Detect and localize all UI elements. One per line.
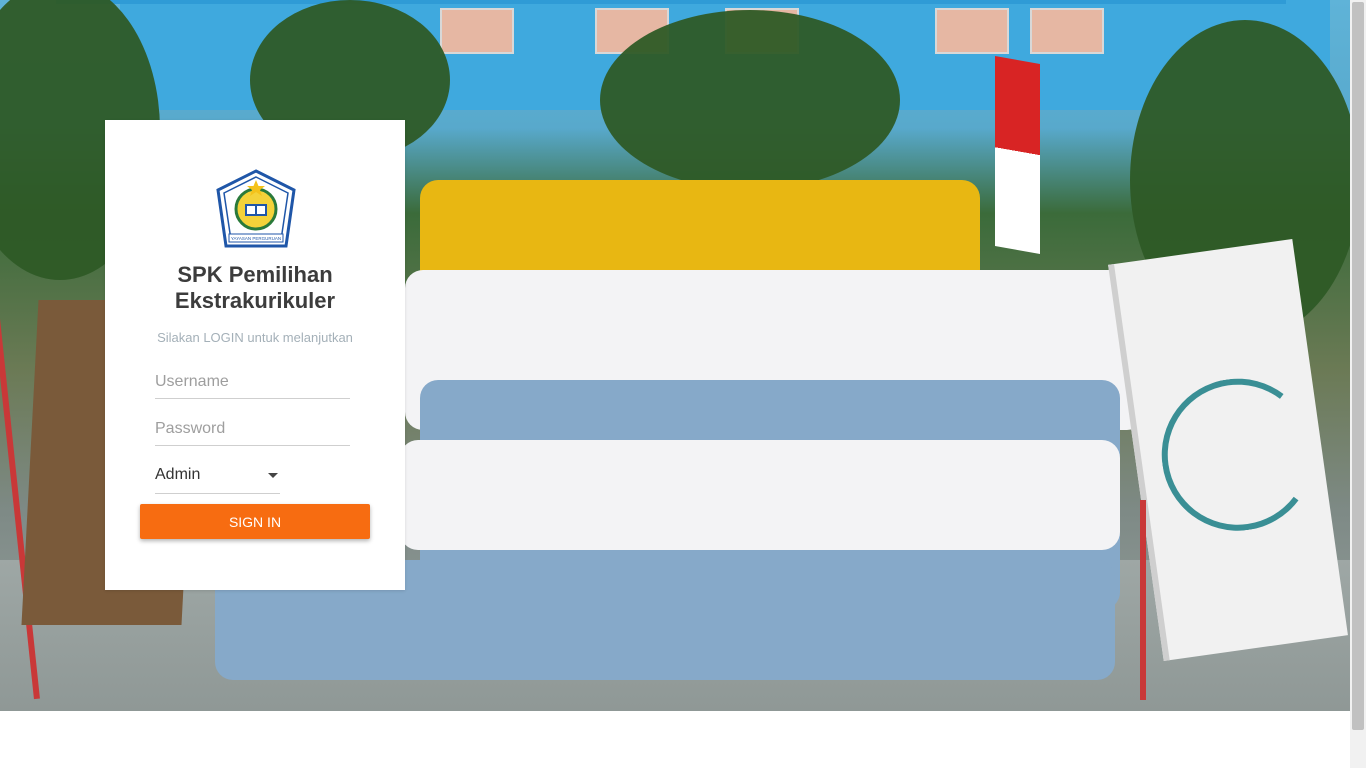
- username-input[interactable]: [155, 366, 350, 399]
- scrollbar-thumb[interactable]: [1352, 2, 1364, 730]
- red-white-flag: [995, 56, 1040, 254]
- school-crest-icon: YAYASAN PERGURUAN: [215, 168, 297, 250]
- sign-in-button[interactable]: SIGN IN: [140, 504, 370, 539]
- role-select[interactable]: Admin: [155, 460, 280, 494]
- login-subtitle: Silakan LOGIN untuk melanjutkan: [157, 330, 353, 345]
- login-card: YAYASAN PERGURUAN SPK Pemilihan Ekstraku…: [105, 120, 405, 590]
- svg-text:YAYASAN PERGURUAN: YAYASAN PERGURUAN: [231, 236, 281, 241]
- caret-down-icon: [268, 473, 278, 478]
- page-title: SPK Pemilihan Ekstrakurikuler: [174, 262, 336, 313]
- password-input[interactable]: [155, 413, 350, 446]
- page-scrollbar[interactable]: [1350, 0, 1366, 768]
- role-select-value: Admin: [155, 466, 201, 483]
